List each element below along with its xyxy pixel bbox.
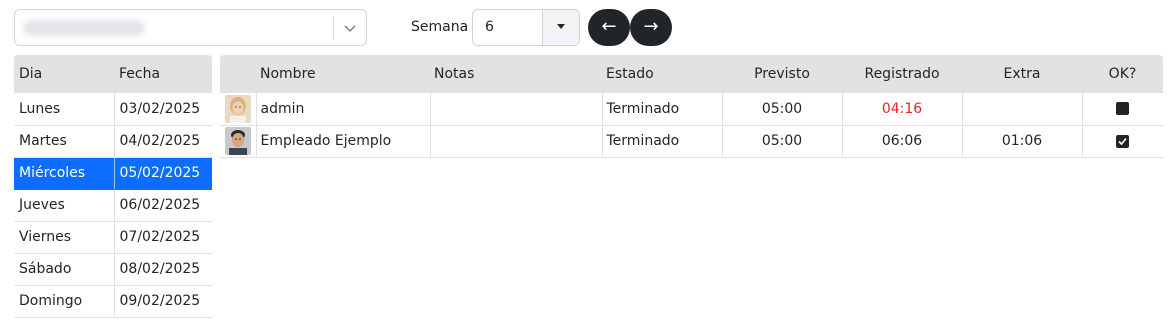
ok-checkbox-checked[interactable]: [1116, 134, 1130, 148]
day-row[interactable]: Sábado 08/02/2025: [14, 253, 212, 286]
day-name[interactable]: Domingo: [14, 285, 115, 318]
extra-time: 01:06: [962, 125, 1083, 158]
day-row[interactable]: Martes 04/02/2025: [14, 125, 212, 158]
chevron-down-icon[interactable]: [344, 23, 356, 33]
blurred-selection: [23, 20, 145, 36]
day-row-selected[interactable]: Miércoles 05/02/2025: [14, 157, 212, 190]
week-select[interactable]: 6: [472, 9, 580, 46]
day-name[interactable]: Miércoles: [14, 157, 115, 190]
table-row[interactable]: admin Terminado 05:00 04:16: [220, 93, 1163, 126]
employee-status: Terminado: [602, 125, 723, 158]
check-icon: [1118, 137, 1127, 145]
day-date[interactable]: 07/02/2025: [114, 221, 212, 254]
table-row[interactable]: Empleado Ejemplo Terminado 05:00 06:06 0…: [220, 125, 1163, 158]
day-name[interactable]: Sábado: [14, 253, 115, 286]
employee-select[interactable]: [14, 9, 367, 46]
ok-checkbox-cell[interactable]: [1082, 125, 1163, 158]
previous-week-button[interactable]: ←: [588, 9, 630, 46]
ok-checkbox[interactable]: [1116, 102, 1130, 116]
day-row[interactable]: Domingo 09/02/2025: [14, 285, 212, 318]
column-header-dia: Dia: [14, 55, 114, 93]
extra-time: [962, 93, 1083, 126]
ok-checkbox-cell[interactable]: [1082, 93, 1163, 126]
week-value: 6: [485, 19, 494, 35]
registered-time: 04:16: [842, 93, 963, 126]
combo-divider: [333, 16, 334, 40]
planned-time: 05:00: [722, 125, 843, 158]
column-header-registrado: Registrado: [842, 55, 962, 93]
day-row[interactable]: Viernes 07/02/2025: [14, 221, 212, 254]
column-header-fecha: Fecha: [114, 55, 212, 93]
column-header-avatar: [220, 55, 256, 93]
employee-name[interactable]: Empleado Ejemplo: [256, 125, 431, 158]
day-row[interactable]: Jueves 06/02/2025: [14, 189, 212, 222]
day-name[interactable]: Jueves: [14, 189, 115, 222]
avatar-cell: [220, 93, 257, 126]
column-header-estado: Estado: [602, 55, 722, 93]
day-row[interactable]: Lunes 03/02/2025: [14, 93, 212, 126]
days-table: Dia Fecha Lunes 03/02/2025 Martes 04/02/…: [14, 55, 212, 318]
avatar: [224, 94, 251, 123]
day-date[interactable]: 09/02/2025: [114, 285, 212, 318]
employee-notes[interactable]: [430, 93, 603, 126]
day-date[interactable]: 08/02/2025: [114, 253, 212, 286]
planned-time: 05:00: [722, 93, 843, 126]
next-week-button[interactable]: →: [630, 9, 672, 46]
employee-notes[interactable]: [430, 125, 603, 158]
day-name[interactable]: Viernes: [14, 221, 115, 254]
semana-label: Semana: [411, 19, 469, 35]
column-header-ok: OK?: [1082, 55, 1163, 93]
caret-down-icon: [557, 24, 565, 29]
column-header-notas: Notas: [430, 55, 602, 93]
avatar: [224, 127, 251, 155]
avatar-cell: [220, 125, 257, 158]
registered-time: 06:06: [842, 125, 963, 158]
employee-status: Terminado: [602, 93, 723, 126]
day-date[interactable]: 04/02/2025: [114, 125, 212, 158]
employees-table: Nombre Notas Estado Previsto Registrado …: [220, 55, 1163, 158]
day-name[interactable]: Martes: [14, 125, 115, 158]
column-header-previsto: Previsto: [722, 55, 842, 93]
day-date[interactable]: 06/02/2025: [114, 189, 212, 222]
employee-name[interactable]: admin: [256, 93, 431, 126]
column-header-extra: Extra: [962, 55, 1082, 93]
day-date[interactable]: 05/02/2025: [114, 157, 212, 190]
week-dropdown-toggle[interactable]: [542, 10, 579, 45]
day-date[interactable]: 03/02/2025: [114, 93, 212, 126]
day-name[interactable]: Lunes: [14, 93, 115, 126]
column-header-nombre: Nombre: [256, 55, 430, 93]
